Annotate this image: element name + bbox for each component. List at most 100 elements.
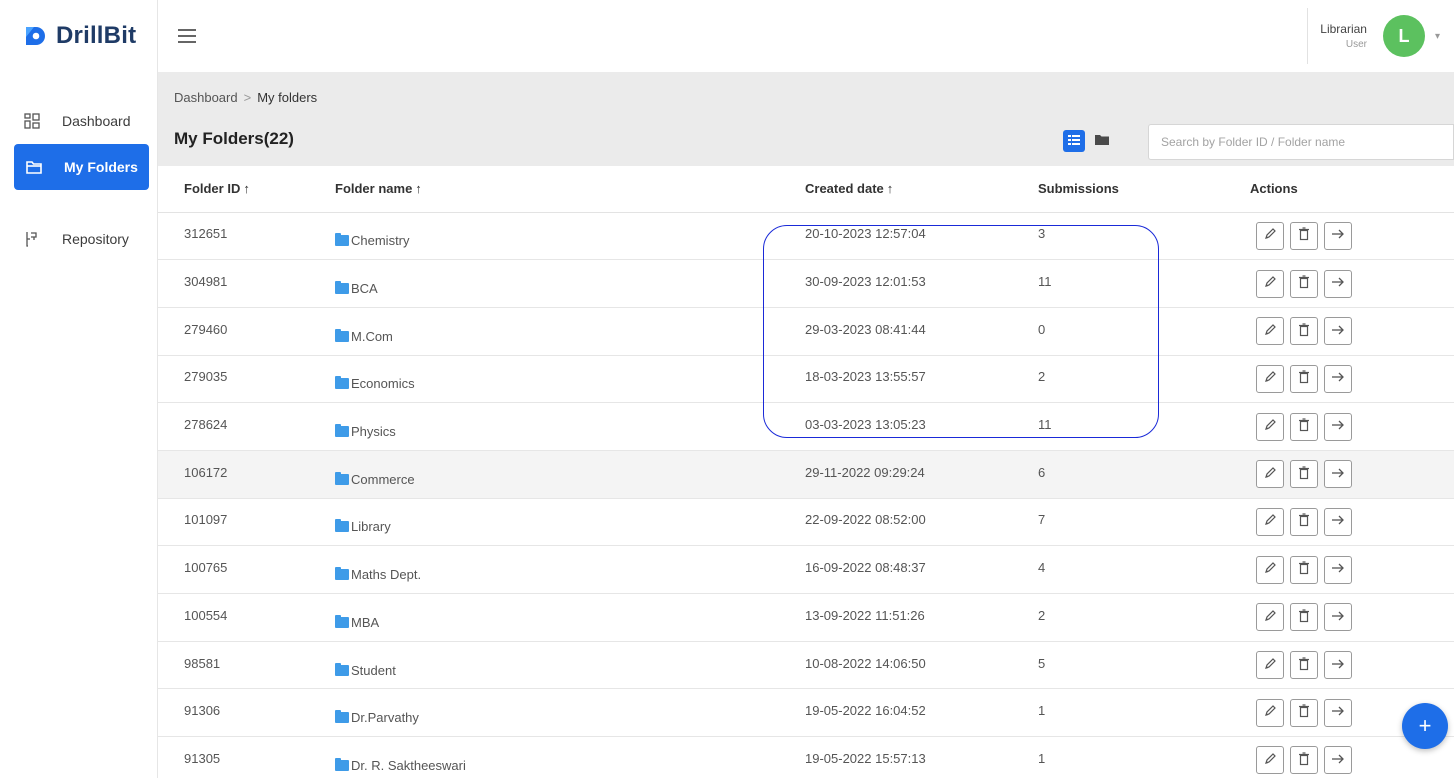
edit-button[interactable] xyxy=(1256,317,1284,346)
delete-button[interactable] xyxy=(1290,460,1318,489)
delete-trash-icon xyxy=(1298,561,1310,578)
folder-name[interactable]: Maths Dept. xyxy=(351,567,421,582)
open-folder-button[interactable] xyxy=(1324,317,1352,346)
folder-name[interactable]: Economics xyxy=(351,376,415,391)
table-row[interactable]: 91306 Dr.Parvathy 19-05-2022 16:04:52 1 xyxy=(158,688,1454,738)
chevron-down-icon[interactable]: ▾ xyxy=(1435,31,1440,42)
table-row[interactable]: 278624 Physics 03-03-2023 13:05:23 11 xyxy=(158,402,1454,451)
column-folder-name[interactable]: Folder name ↑ xyxy=(335,166,805,213)
table-row[interactable]: 91305 Dr. R. Saktheeswari 19-05-2022 15:57… xyxy=(158,736,1454,778)
folder-name[interactable]: BCA xyxy=(351,281,378,296)
open-arrow-icon xyxy=(1331,276,1345,291)
search-input[interactable] xyxy=(1148,124,1454,160)
open-folder-button[interactable] xyxy=(1324,746,1352,775)
edit-button[interactable] xyxy=(1256,507,1284,536)
open-folder-button[interactable] xyxy=(1324,460,1352,489)
folder-name-cell[interactable]: MBA xyxy=(335,593,805,642)
avatar[interactable]: L xyxy=(1382,15,1425,57)
folder-name[interactable]: Library xyxy=(351,519,391,534)
table-row[interactable]: 100554 MBA 13-09-2022 11:51:26 2 xyxy=(158,593,1454,642)
open-folder-button[interactable] xyxy=(1324,698,1352,727)
folder-name-cell[interactable]: Chemistry xyxy=(335,212,805,261)
edit-button[interactable] xyxy=(1256,651,1284,680)
folder-name-cell[interactable]: Library xyxy=(335,498,805,547)
folder-name-cell[interactable]: Student xyxy=(335,641,805,690)
folder-name[interactable]: MBA xyxy=(351,615,379,630)
sidebar-item-my-folders[interactable]: My Folders xyxy=(14,144,149,190)
folder-name-cell[interactable]: Maths Dept. xyxy=(335,545,805,594)
edit-button[interactable] xyxy=(1256,603,1284,632)
delete-button[interactable] xyxy=(1290,221,1318,250)
delete-button[interactable] xyxy=(1290,507,1318,536)
folder-name-cell[interactable]: M.Com xyxy=(335,307,805,356)
delete-button[interactable] xyxy=(1290,698,1318,727)
edit-button[interactable] xyxy=(1256,412,1284,441)
table-row[interactable]: 279035 Economics 18-03-2023 13:55:57 2 xyxy=(158,355,1454,404)
folder-view-button[interactable] xyxy=(1091,130,1113,152)
submissions-cell: 11 xyxy=(1038,402,1250,451)
open-folder-button[interactable] xyxy=(1324,507,1352,536)
folder-name[interactable]: M.Com xyxy=(351,329,393,344)
user-menu[interactable]: Librarian User L ▾ xyxy=(1307,8,1440,64)
table-row[interactable]: 312651 Chemistry 20-10-2023 12:57:04 3 xyxy=(158,212,1454,261)
delete-button[interactable] xyxy=(1290,317,1318,346)
list-view-icon xyxy=(1068,132,1080,150)
edit-pencil-icon xyxy=(1263,466,1277,483)
open-folder-button[interactable] xyxy=(1324,651,1352,680)
delete-button[interactable] xyxy=(1290,603,1318,632)
folder-name[interactable]: Commerce xyxy=(351,472,415,487)
delete-button[interactable] xyxy=(1290,746,1318,775)
sidebar-item-dashboard[interactable]: Dashboard xyxy=(8,98,149,144)
delete-button[interactable] xyxy=(1290,412,1318,441)
folder-name-cell[interactable]: BCA xyxy=(335,259,805,308)
add-folder-button[interactable]: + xyxy=(1402,703,1448,749)
folder-name[interactable]: Dr.Parvathy xyxy=(351,710,419,725)
delete-button[interactable] xyxy=(1290,555,1318,584)
folder-name[interactable]: Student xyxy=(351,663,396,678)
table-row[interactable]: 279460 M.Com 29-03-2023 08:41:44 0 xyxy=(158,307,1454,356)
list-view-button[interactable] xyxy=(1063,130,1085,152)
delete-button[interactable] xyxy=(1290,651,1318,680)
edit-button[interactable] xyxy=(1256,460,1284,489)
actions-cell xyxy=(1250,450,1454,499)
folder-name[interactable]: Dr. R. Saktheeswari xyxy=(351,758,466,773)
folder-name-cell[interactable]: Commerce xyxy=(335,450,805,499)
edit-button[interactable] xyxy=(1256,364,1284,393)
delete-button[interactable] xyxy=(1290,364,1318,393)
open-folder-button[interactable] xyxy=(1324,269,1352,298)
folder-name[interactable]: Chemistry xyxy=(351,233,410,248)
edit-button[interactable] xyxy=(1256,555,1284,584)
open-folder-button[interactable] xyxy=(1324,364,1352,393)
folder-name-cell[interactable]: Dr. R. Saktheeswari xyxy=(335,736,805,778)
edit-pencil-icon xyxy=(1263,227,1277,244)
folder-name-cell[interactable]: Dr.Parvathy xyxy=(335,688,805,738)
brand-logo[interactable]: DrillBit xyxy=(0,0,157,72)
table-row[interactable]: 100765 Maths Dept. 16-09-2022 08:48:37 4 xyxy=(158,545,1454,594)
table-row[interactable]: 101097 Library 22-09-2022 08:52:00 7 xyxy=(158,498,1454,547)
edit-button[interactable] xyxy=(1256,698,1284,727)
hamburger-menu-icon[interactable] xyxy=(178,29,196,43)
open-folder-button[interactable] xyxy=(1324,412,1352,441)
column-created-date[interactable]: Created date ↑ xyxy=(805,166,1038,213)
breadcrumb-separator: > xyxy=(243,90,252,105)
breadcrumb-dashboard[interactable]: Dashboard xyxy=(174,90,238,105)
open-folder-button[interactable] xyxy=(1324,555,1352,584)
folder-name-cell[interactable]: Economics xyxy=(335,355,805,404)
edit-button[interactable] xyxy=(1256,269,1284,298)
table-row[interactable]: 106172 Commerce 29-11-2022 09:29:24 6 xyxy=(158,450,1454,499)
folder-icon xyxy=(335,376,349,390)
table-row[interactable]: 304981 BCA 30-09-2023 12:01:53 11 xyxy=(158,259,1454,308)
sidebar-item-label: Dashboard xyxy=(62,113,131,129)
edit-button[interactable] xyxy=(1256,221,1284,250)
edit-button[interactable] xyxy=(1256,746,1284,775)
delete-button[interactable] xyxy=(1290,269,1318,298)
sidebar-item-repository[interactable]: Repository xyxy=(8,216,149,262)
folder-name[interactable]: Physics xyxy=(351,424,396,439)
open-folder-button[interactable] xyxy=(1324,603,1352,632)
created-date-cell: 03-03-2023 13:05:23 xyxy=(805,402,1038,451)
open-folder-button[interactable] xyxy=(1324,221,1352,250)
created-date-cell: 13-09-2022 11:51:26 xyxy=(805,593,1038,642)
column-folder-id[interactable]: Folder ID ↑ xyxy=(158,166,335,213)
folder-name-cell[interactable]: Physics xyxy=(335,402,805,451)
table-row[interactable]: 98581 Student 10-08-2022 14:06:50 5 xyxy=(158,641,1454,690)
